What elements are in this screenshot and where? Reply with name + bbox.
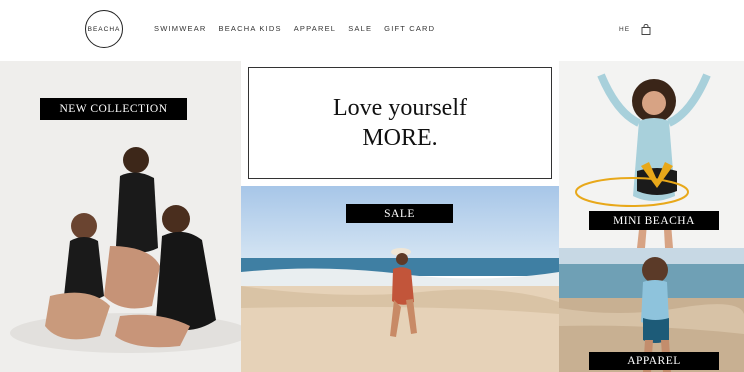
sale-label: SALE [346,204,453,223]
promo-line-1: Love yourself [333,95,467,121]
logo-text: BEACHA [87,25,121,33]
nav-item-sale[interactable]: SALE [348,24,372,33]
tile-apparel[interactable]: APPAREL [559,248,744,372]
nav-item-apparel[interactable]: APPAREL [294,24,336,33]
promo-line-2: MORE. [362,125,438,151]
nav-item-swimwear[interactable]: SWIMWEAR [154,24,207,33]
shopping-bag-icon[interactable] [641,24,651,35]
nav-item-gift-card[interactable]: GIFT CARD [384,24,435,33]
tile-mini-beacha[interactable]: MINI BEACHA [559,61,744,248]
language-switch[interactable]: HE [619,26,630,33]
site-header: BEACHA SWIMWEAR BEACHA KIDS APPAREL SALE… [0,0,744,60]
tile-sale[interactable]: SALE [241,186,559,372]
nav-item-beacha-kids[interactable]: BEACHA KIDS [219,24,282,33]
mini-beacha-label: MINI BEACHA [589,211,719,230]
promo-box: Love yourself MORE. [248,67,552,179]
new-collection-label: NEW COLLECTION [40,98,187,120]
tile-promo-message: Love yourself MORE. [241,61,559,185]
apparel-label: APPAREL [589,352,719,370]
tile-new-collection[interactable]: NEW COLLECTION [0,61,241,372]
main-nav: SWIMWEAR BEACHA KIDS APPAREL SALE GIFT C… [154,24,447,33]
brand-logo[interactable]: BEACHA [85,10,123,48]
